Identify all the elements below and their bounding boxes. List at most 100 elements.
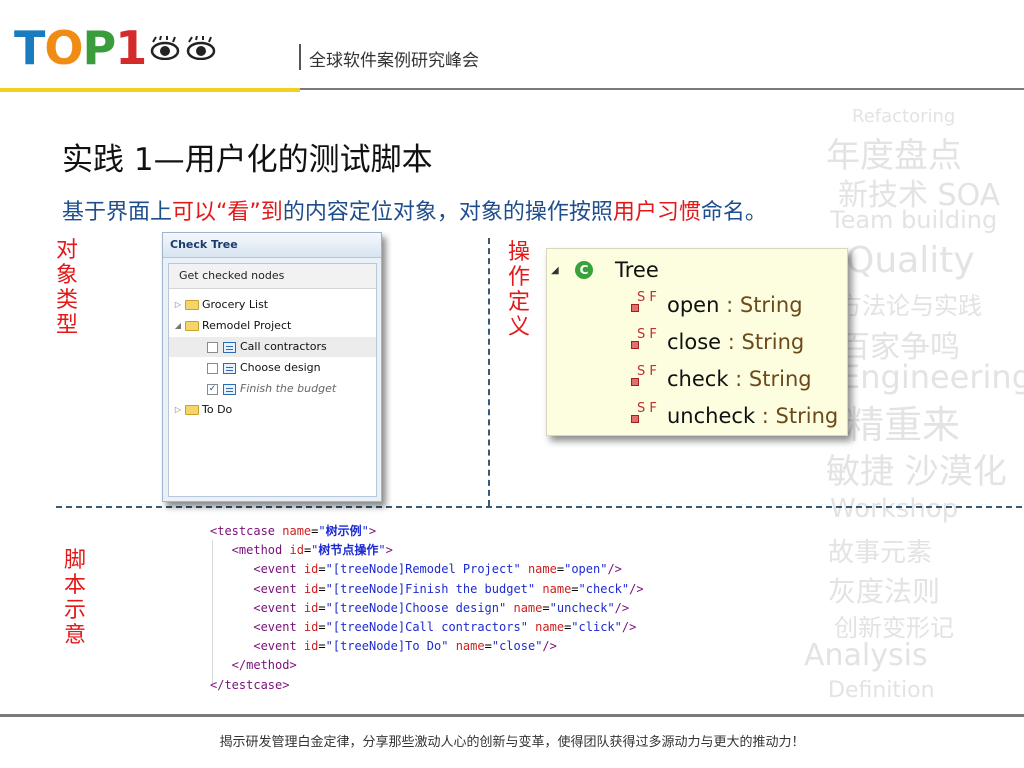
label-char: 示 (63, 598, 86, 623)
tree-node-remodel-project[interactable]: ◢ Remodel Project (173, 316, 291, 336)
header-accent-rule (0, 88, 300, 92)
header-rule (300, 88, 1024, 90)
folder-icon (185, 405, 199, 415)
field-name: check (667, 367, 729, 391)
watermark-word: Engineering (840, 358, 1024, 396)
label-script-demo: 脚 本 示 意 (62, 548, 88, 648)
footer-rule (0, 714, 1024, 717)
static-final-field-icon: S F (631, 401, 657, 427)
label-char: 型 (55, 313, 78, 338)
label-char: 脚 (63, 548, 86, 573)
watermark-word: Definition (828, 678, 935, 703)
event-id: [treeNode]Call contractors (332, 620, 521, 635)
event-name: close (499, 639, 536, 654)
xml-line: <method id="树节点操作"> (210, 543, 393, 558)
checkbox[interactable] (207, 362, 218, 374)
section-divider-vertical (488, 238, 490, 506)
watermark-word: 方法论与实践 (838, 292, 982, 320)
field-badge: S F (637, 290, 657, 305)
header-divider (299, 44, 301, 70)
expand-triangle-icon[interactable]: ▷ (173, 400, 183, 420)
top1-logo: TOP1 (14, 25, 222, 71)
watermark-word: Workshop (830, 494, 959, 524)
watermark-word: Team building (830, 206, 998, 234)
event-id: [treeNode]Choose design (332, 600, 500, 615)
event-id: [treeNode]Remodel Project (332, 562, 514, 577)
event-name: uncheck (556, 600, 608, 615)
field-badge: S F (637, 401, 657, 416)
event-id: [treeNode]Finish the budget (332, 581, 528, 596)
label-char: 定 (507, 290, 530, 315)
node-icon (223, 383, 236, 395)
watermark-word: 敏捷 沙漠化 (826, 452, 1007, 492)
field-badge: S F (637, 364, 657, 379)
tree-node-finish-budget[interactable]: ✓ Finish the budget (207, 379, 336, 399)
xml-line: <event id="[treeNode]To Do" name="close"… (210, 639, 557, 654)
expand-triangle-icon[interactable]: ▷ (173, 295, 183, 315)
outline-field-row[interactable]: S F uncheck : String (631, 401, 839, 428)
xml-line: <testcase name="树示例"> (210, 524, 377, 538)
tree-node-choose-design[interactable]: Choose design (207, 358, 321, 378)
label-char: 作 (507, 265, 530, 290)
outline-class-row[interactable]: ◢ C Tree (551, 258, 659, 282)
watermark-word: Analysis (804, 638, 928, 673)
class-outline-panel: ◢ C Tree S F open : String S F close : S… (546, 248, 848, 436)
xml-line: <event id="[treeNode]Choose design" name… (210, 600, 630, 615)
label-char: 意 (63, 623, 86, 648)
event-name: check (585, 581, 622, 596)
outline-field-row[interactable]: S F check : String (631, 364, 812, 391)
watermark-word: Refactoring (852, 106, 956, 127)
xml-line: <event id="[treeNode]Call contractors" n… (210, 620, 637, 635)
field-name: uncheck (667, 404, 756, 428)
conference-tagline: 全球软件案例研究峰会 (309, 51, 479, 71)
subtitle-highlight: 可以“看”到 (172, 200, 283, 225)
field-badge: S F (637, 327, 657, 342)
tree-node-label: To Do (202, 403, 233, 416)
label-char: 象 (55, 263, 78, 288)
event-id: [treeNode]To Do (332, 639, 442, 654)
outline-field-row[interactable]: S F open : String (631, 290, 803, 317)
tree-node-label: Finish the budget (240, 382, 337, 395)
xml-line: </method> (210, 658, 297, 673)
tree-node-grocery-list[interactable]: ▷ Grocery List (173, 295, 268, 315)
static-final-field-icon: S F (631, 290, 657, 316)
label-char: 对 (55, 238, 78, 263)
tree-node-label: Call contractors (240, 340, 327, 353)
event-name: open (571, 562, 601, 577)
get-checked-nodes-button[interactable]: Get checked nodes (169, 264, 376, 289)
xml-line: <event id="[treeNode]Remodel Project" na… (210, 562, 622, 577)
subtitle-text: 的内容定位对象，对象的操作按照 (282, 200, 613, 225)
subtitle-text: 命名。 (700, 200, 767, 225)
checkbox-checked[interactable]: ✓ (207, 383, 218, 395)
checkbox[interactable] (207, 341, 218, 353)
event-name: click (578, 620, 615, 635)
label-object-type: 对 象 类 型 (54, 238, 80, 338)
field-name: close (667, 330, 722, 354)
label-char: 本 (63, 573, 86, 598)
tree-node-label: Grocery List (202, 298, 269, 311)
collapse-triangle-icon[interactable]: ◢ (173, 316, 183, 336)
field-type: : String (761, 404, 839, 428)
subtitle-highlight: 用户习惯 (612, 200, 701, 225)
static-final-field-icon: S F (631, 327, 657, 353)
outline-field-row[interactable]: S F close : String (631, 327, 804, 354)
check-tree-panel: Check Tree Get checked nodes ▷ Grocery L… (162, 232, 382, 502)
testcase-name: 树示例 (325, 524, 362, 538)
watermark-word: 精重来 (846, 403, 961, 447)
class-name: Tree (615, 258, 659, 282)
watermark-word: Quality (846, 240, 975, 281)
label-operation-definition: 操 作 定 义 (506, 240, 532, 340)
label-char: 操 (507, 240, 530, 265)
xml-line: </testcase> (210, 677, 290, 692)
tree-node-call-contractors[interactable]: Call contractors (169, 337, 376, 357)
field-type: : String (726, 293, 803, 317)
section-divider-horizontal (56, 506, 1022, 508)
collapse-triangle-icon[interactable]: ◢ (551, 265, 565, 276)
slide-subtitle: 基于界面上可以“看”到的内容定位对象，对象的操作按照用户习惯命名。 (62, 194, 767, 226)
footer-text: 揭示研发管理白金定律，分享那些激动人心的创新与变革，使得团队获得过多源动力与更大… (219, 735, 805, 750)
tree-node-to-do[interactable]: ▷ To Do (173, 400, 232, 420)
node-icon (223, 362, 236, 374)
xml-line: <event id="[treeNode]Finish the budget" … (210, 581, 644, 596)
subtitle-text: 基于界面上 (62, 200, 173, 225)
label-char: 类 (55, 288, 78, 313)
